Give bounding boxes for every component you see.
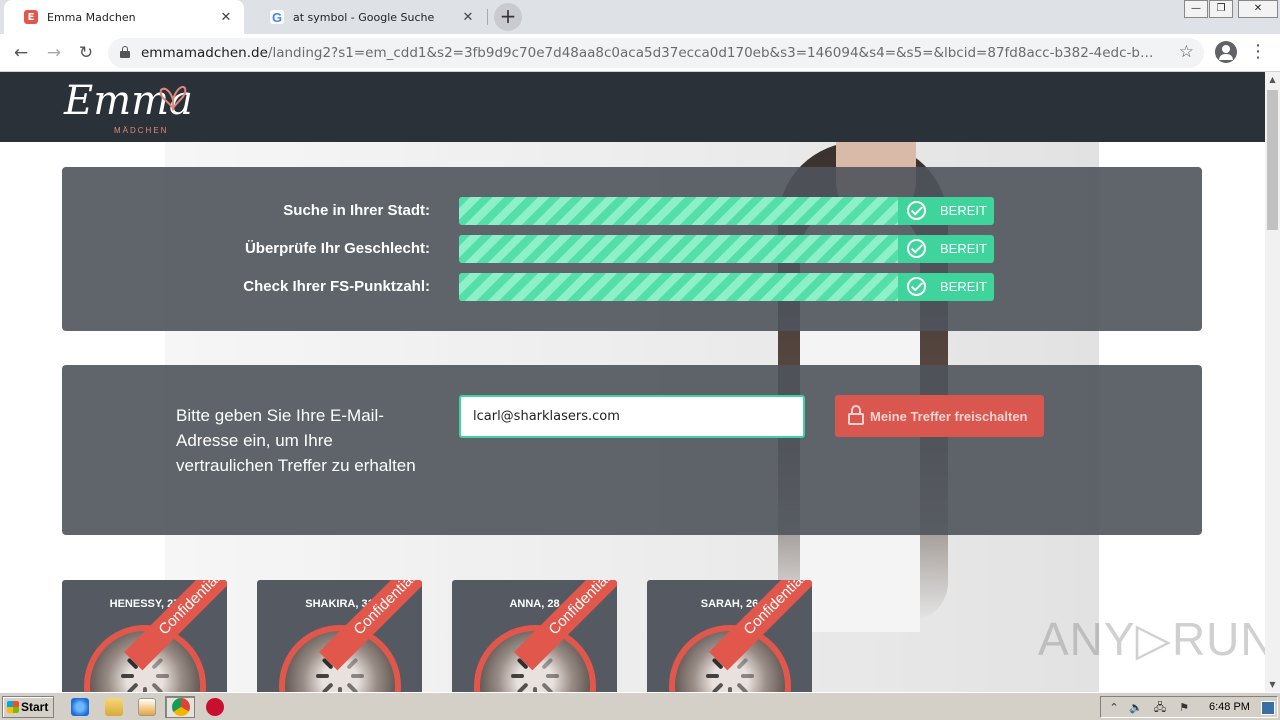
back-button[interactable]: ← <box>8 40 34 66</box>
url-text[interactable]: emmamadchen.de/landing2?s1=em_cdd1&s2=3f… <box>141 45 1161 61</box>
bookmark-star-icon[interactable]: ☆ <box>1179 42 1194 62</box>
new-tab-button[interactable]: + <box>494 3 522 31</box>
tray-expand-icon[interactable]: ⌃ <box>1107 701 1121 715</box>
status-row-score: Check Ihrer FS-Punktzahl: BEREIT <box>62 273 1202 301</box>
spinner-tick <box>351 674 364 678</box>
spinner-tick <box>711 682 724 692</box>
spinner-tick <box>316 674 329 678</box>
match-card-sarah[interactable]: SARAH, 26 Confidential <box>647 580 812 692</box>
spinner-tick <box>516 682 529 692</box>
search-status-panel: Suche in Ihrer Stadt: BEREIT Überprüfe I… <box>62 167 1202 331</box>
browser-tab-strip: E Emma Madchen ✕ G at symbol - Google Su… <box>0 0 1280 34</box>
system-tray: ⌃ 🔈 🖧 ⚑ 6:48 PM <box>1100 696 1278 718</box>
check-circle-icon <box>907 239 926 258</box>
status-ready-label: BEREIT <box>940 279 987 294</box>
action-center-flag-icon[interactable]: ⚑ <box>1177 701 1191 715</box>
scroll-thumb[interactable] <box>1267 90 1278 230</box>
scroll-up-icon[interactable]: ▲ <box>1265 72 1280 87</box>
address-bar[interactable]: emmamadchen.de/landing2?s1=em_cdd1&s2=3f… <box>108 38 1204 68</box>
progress-bar: BEREIT <box>459 235 994 263</box>
antivirus-alert-icon[interactable] <box>206 698 224 716</box>
spinner-tick <box>321 682 334 692</box>
match-card-shakira[interactable]: SHAKIRA, 31 Confidential <box>257 580 422 692</box>
google-favicon-icon: G <box>270 9 284 25</box>
profile-avatar-icon[interactable] <box>1215 41 1237 63</box>
page-viewport: Emma MÄDCHEN Suche in Ihrer Stadt: BEREI… <box>0 72 1265 692</box>
scroll-down-icon[interactable]: ▼ <box>1265 677 1280 692</box>
anyrun-watermark: ANY▷RUN <box>1038 613 1265 665</box>
status-label: Suche in Ihrer Stadt: <box>283 202 430 219</box>
padlock-icon <box>848 405 864 425</box>
spinner-tick <box>121 674 134 678</box>
spinner-tick <box>546 674 559 678</box>
match-card-henessy[interactable]: HENESSY, 27 Confidential <box>62 580 227 692</box>
email-signup-panel: Bitte geben Sie Ihre E-Mail-Adresse ein,… <box>62 365 1202 535</box>
taskbar-clock[interactable]: 6:48 PM <box>1209 701 1250 713</box>
spinner-tick <box>706 674 719 678</box>
status-row-city: Suche in Ihrer Stadt: BEREIT <box>62 197 1202 225</box>
volume-icon[interactable]: 🔈 <box>1129 701 1143 715</box>
status-ready-label: BEREIT <box>940 241 987 256</box>
start-label: Start <box>21 700 49 714</box>
chrome-icon <box>172 698 190 716</box>
tab-title: at symbol - Google Suche <box>293 10 435 24</box>
spinner-tick <box>541 682 554 692</box>
progress-bar-fill <box>459 235 898 263</box>
progress-bar: BEREIT <box>459 273 994 301</box>
file-explorer-icon[interactable] <box>105 698 123 716</box>
tab-separator <box>487 9 488 25</box>
email-input[interactable] <box>459 395 805 438</box>
site-logo-subtitle: MÄDCHEN <box>114 126 169 135</box>
internet-explorer-icon[interactable] <box>71 698 89 716</box>
email-prompt-text: Bitte geben Sie Ihre E-Mail-Adresse ein,… <box>176 406 416 475</box>
check-circle-icon <box>907 277 926 296</box>
progress-bar-fill <box>459 197 898 225</box>
reload-button[interactable]: ↻ <box>73 40 99 66</box>
match-card-anna[interactable]: ANNA, 28 Confidential <box>452 580 617 692</box>
media-player-icon[interactable] <box>138 698 156 716</box>
spinner-tick <box>156 674 169 678</box>
spinner-tick <box>511 674 524 678</box>
spinner-tick <box>346 682 359 692</box>
tab-close-icon[interactable]: ✕ <box>458 10 478 25</box>
spinner-tick <box>151 682 164 692</box>
browser-toolbar: ← → ↻ emmamadchen.de/landing2?s1=em_cdd1… <box>0 34 1280 72</box>
window-close-button[interactable]: ✕ <box>1238 0 1278 18</box>
spinner-tick <box>736 682 749 692</box>
start-button[interactable]: Start <box>2 696 54 718</box>
page-scrollbar[interactable]: ▲ ▼ <box>1265 72 1280 692</box>
butterfly-icon <box>159 86 187 111</box>
check-circle-icon <box>907 201 926 220</box>
spinner-tick <box>126 682 139 692</box>
spinner-tick <box>741 674 754 678</box>
progress-bar-fill <box>459 273 898 301</box>
site-header: Emma MÄDCHEN <box>0 72 1265 142</box>
restore-button[interactable]: ❐ <box>1209 0 1233 18</box>
network-icon[interactable]: 🖧 <box>1153 701 1167 715</box>
show-desktop-icon[interactable] <box>1261 701 1275 715</box>
progress-bar: BEREIT <box>459 197 994 225</box>
forward-button[interactable]: → <box>41 40 67 66</box>
windows-taskbar: Start ⌃ 🔈 🖧 ⚑ 6:48 PM <box>0 692 1280 720</box>
chrome-taskbar-button[interactable] <box>165 696 195 718</box>
tab-close-icon[interactable]: ✕ <box>216 10 236 25</box>
status-row-gender: Überprüfe Ihr Geschlecht: BEREIT <box>62 235 1202 263</box>
unlock-matches-button[interactable]: Meine Treffer freischalten <box>835 395 1044 437</box>
windows-logo-icon <box>7 701 19 713</box>
lock-icon[interactable] <box>120 46 130 58</box>
unlock-button-label: Meine Treffer freischalten <box>870 408 1028 424</box>
status-label: Check Ihrer FS-Punktzahl: <box>243 278 430 295</box>
emma-favicon-icon: E <box>24 10 38 24</box>
status-label: Überprüfe Ihr Geschlecht: <box>244 240 430 257</box>
tab-emma-madchen[interactable]: E Emma Madchen ✕ <box>4 0 244 34</box>
tab-google-search[interactable]: G at symbol - Google Suche ✕ <box>250 0 486 34</box>
browser-menu-icon[interactable]: ⋮ <box>1248 42 1268 64</box>
tab-title: Emma Madchen <box>47 10 136 24</box>
status-ready-label: BEREIT <box>940 203 987 218</box>
minimize-button[interactable]: — <box>1184 0 1208 18</box>
